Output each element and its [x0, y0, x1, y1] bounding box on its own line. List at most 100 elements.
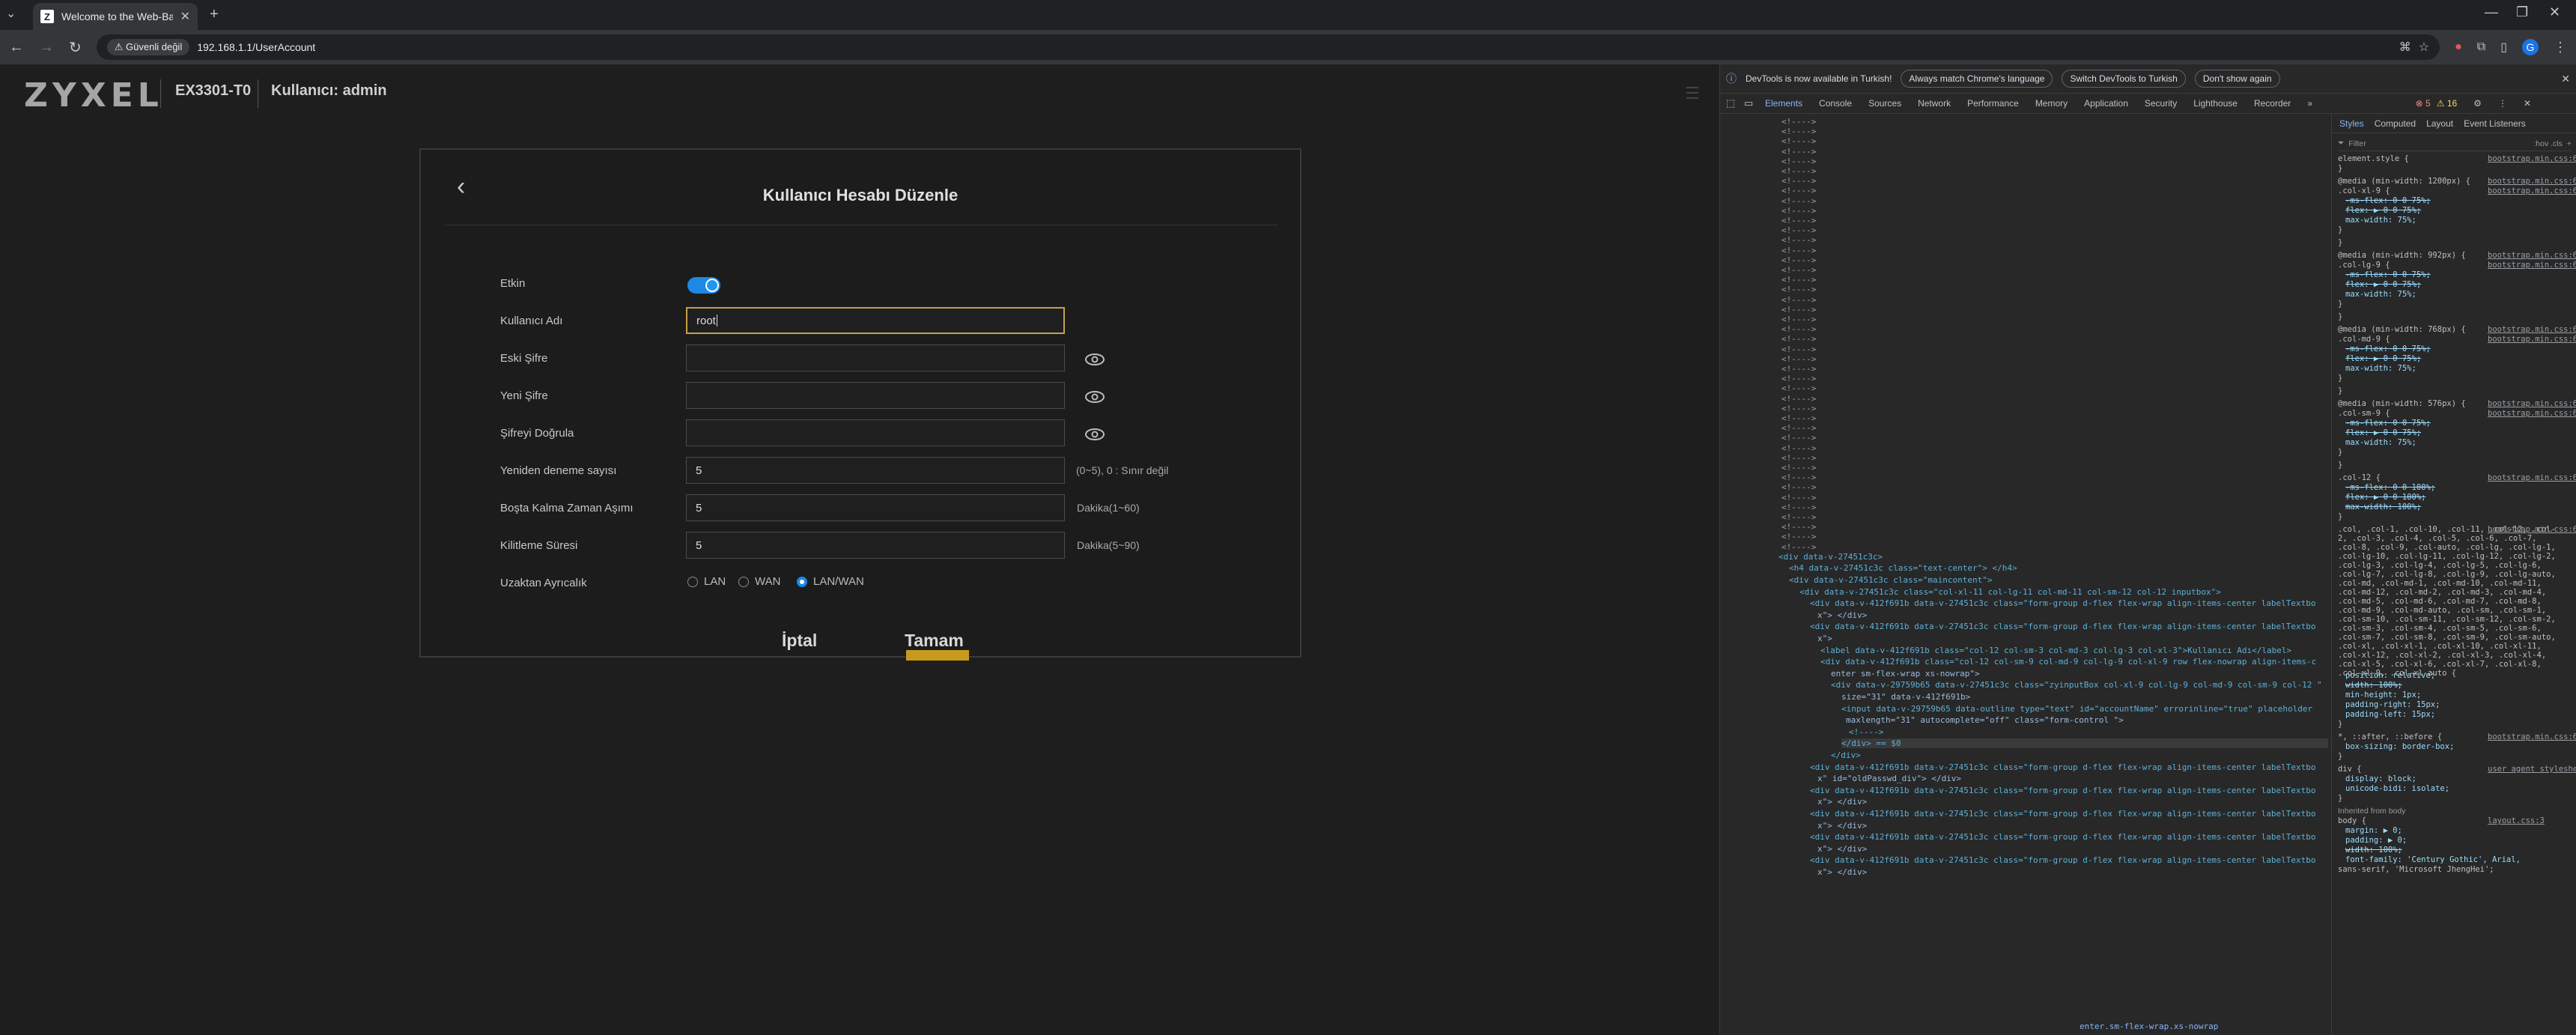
- enabled-toggle[interactable]: [687, 277, 720, 294]
- new-tab-icon[interactable]: +: [210, 6, 219, 23]
- close-tab-icon[interactable]: ✕: [180, 9, 190, 24]
- dom-node-line[interactable]: x"> </div>: [1817, 821, 1867, 831]
- tab-lighthouse[interactable]: Lighthouse: [2193, 98, 2238, 109]
- dom-node-line[interactable]: maxlength="31" autocomplete="off" class=…: [1846, 715, 2124, 725]
- stylesheet-link[interactable]: bootstrap.min.css:6: [2488, 251, 2576, 260]
- close-infobar-icon[interactable]: ✕: [2561, 73, 2570, 85]
- dom-comment-node[interactable]: <!---->: [1781, 383, 1816, 393]
- style-rule-line[interactable]: sans-serif, 'Microsoft JhengHei';: [2338, 865, 2563, 874]
- subtab-computed[interactable]: Computed: [2375, 118, 2416, 129]
- style-rule-line[interactable]: padding-left: 15px;: [2345, 710, 2570, 719]
- dom-comment-node[interactable]: <!---->: [1781, 136, 1816, 146]
- dom-node-line[interactable]: <div data-v-29759b65 data-v-27451c3c cla…: [1831, 680, 2322, 690]
- dom-node-line[interactable]: x"> </div>: [1817, 797, 1867, 807]
- dom-node-line[interactable]: <!---->: [1849, 727, 1883, 737]
- translate-icon[interactable]: ⌘: [2399, 40, 2411, 55]
- style-rule-line[interactable]: body {layout.css:3: [2338, 816, 2563, 825]
- tab-performance[interactable]: Performance: [1967, 98, 2019, 109]
- devtools-settings-icon[interactable]: ⚙: [2473, 98, 2482, 109]
- hamburger-menu-icon[interactable]: ☰: [1685, 84, 1700, 103]
- dom-comment-node[interactable]: <!---->: [1781, 147, 1816, 157]
- devtools-menu-icon[interactable]: ⋮: [2498, 98, 2507, 109]
- style-rule-line[interactable]: }: [2338, 386, 2563, 395]
- dom-comment-node[interactable]: <!---->: [1781, 265, 1816, 275]
- stylesheet-link[interactable]: bootstrap.min.css:6: [2488, 154, 2576, 163]
- style-rule-line[interactable]: }: [2338, 238, 2563, 247]
- dom-node-line[interactable]: <div data-v-27451c3c class="maincontent"…: [1789, 575, 1993, 585]
- style-rule-line[interactable]: max-width: 75%;: [2345, 290, 2570, 299]
- dom-comment-node[interactable]: <!---->: [1781, 413, 1816, 423]
- dom-comment-node[interactable]: <!---->: [1781, 463, 1816, 473]
- style-rule-line[interactable]: padding: ▶ 0;: [2345, 836, 2570, 845]
- dom-comment-node[interactable]: <!---->: [1781, 295, 1816, 305]
- dom-node-line[interactable]: </div> == $0: [1841, 738, 2328, 749]
- dom-comment-node[interactable]: <!---->: [1781, 285, 1816, 294]
- style-rule-line[interactable]: @media (min-width: 992px) {bootstrap.min…: [2338, 251, 2576, 260]
- style-rule-line[interactable]: -ms-flex: 0 0 100%;: [2345, 483, 2570, 492]
- style-rule-line[interactable]: box-sizing: border-box;: [2345, 742, 2570, 751]
- warning-count-badge[interactable]: ⚠ 16: [2437, 98, 2457, 109]
- match-language-button[interactable]: Always match Chrome's language: [1901, 70, 2053, 88]
- stylesheet-link[interactable]: bootstrap.min.css:6: [2488, 325, 2576, 334]
- style-rule-line[interactable]: min-height: 1px;: [2345, 690, 2570, 699]
- style-rule-line[interactable]: max-width: 75%;: [2345, 438, 2570, 447]
- elements-tree[interactable]: <!----> <!----> <!----> <!----> <!----> <!---…: [1720, 114, 2328, 1035]
- style-rule-line[interactable]: max-width: 100%;: [2345, 503, 2570, 512]
- lockout-input[interactable]: 5: [686, 532, 1065, 559]
- dom-comment-node[interactable]: <!---->: [1781, 453, 1816, 463]
- subtab-event-listeners[interactable]: Event Listeners: [2464, 118, 2526, 129]
- maximize-icon[interactable]: ❐: [2516, 4, 2528, 20]
- tab-application[interactable]: Application: [2084, 98, 2128, 109]
- dom-node-line[interactable]: <div data-v-412f691b data-v-27451c3c cla…: [1810, 762, 2316, 772]
- dom-comment-node[interactable]: <!---->: [1781, 275, 1816, 285]
- style-rule-line[interactable]: position: relative;: [2345, 671, 2570, 680]
- dom-node-line[interactable]: <div data-v-412f691b data-v-27451c3c cla…: [1810, 598, 2316, 608]
- dom-comment-node[interactable]: <!---->: [1781, 433, 1816, 443]
- stylesheet-link[interactable]: bootstrap.min.css:6: [2488, 473, 2576, 482]
- style-rule-line[interactable]: }: [2338, 512, 2563, 521]
- dom-node-line[interactable]: <div data-v-27451c3c class="col-xl-11 co…: [1799, 587, 2221, 597]
- stylesheet-link[interactable]: bootstrap.min.css:6: [2488, 399, 2576, 408]
- tab-recorder[interactable]: Recorder: [2254, 98, 2291, 109]
- style-rule-line[interactable]: }: [2338, 794, 2563, 803]
- style-rule-line[interactable]: flex: ▶ 0 0 100%;: [2345, 493, 2570, 502]
- style-rule-line[interactable]: }: [2338, 448, 2563, 457]
- style-rule-line[interactable]: max-width: 75%;: [2345, 364, 2570, 373]
- dom-comment-node[interactable]: <!---->: [1781, 225, 1816, 235]
- style-rule-line[interactable]: flex: ▶ 0 0 75%;: [2345, 280, 2570, 289]
- radio-lan[interactable]: LAN: [687, 575, 726, 588]
- stylesheet-link[interactable]: bootstrap.min.css:6: [2488, 186, 2576, 195]
- dont-show-button[interactable]: Don't show again: [2194, 70, 2280, 88]
- devtools-close-icon[interactable]: ✕: [2524, 98, 2531, 109]
- dom-comment-node[interactable]: <!---->: [1781, 364, 1816, 374]
- style-rule-line[interactable]: @media (min-width: 576px) {bootstrap.min…: [2338, 399, 2576, 408]
- error-count-badge[interactable]: ⊗ 5: [2416, 98, 2431, 109]
- dom-comment-node[interactable]: <!---->: [1781, 166, 1816, 176]
- style-rule-line[interactable]: }: [2338, 374, 2563, 383]
- style-rule-line[interactable]: .col-md-9 {bootstrap.min.css:6: [2338, 335, 2576, 344]
- bookmark-star-icon[interactable]: ☆: [2419, 40, 2429, 55]
- dom-comment-node[interactable]: <!---->: [1781, 334, 1816, 344]
- style-rule-line[interactable]: .col-sm-9 {bootstrap.min.css:6: [2338, 409, 2576, 418]
- style-rule-line[interactable]: }: [2338, 312, 2563, 321]
- stylesheet-link[interactable]: bootstrap.min.css:6: [2488, 261, 2576, 270]
- dom-node-line[interactable]: <div data-v-412f691b data-v-27451c3c cla…: [1810, 786, 2316, 795]
- stylesheet-link[interactable]: bootstrap.min.css:6: [2488, 335, 2576, 344]
- tab-security[interactable]: Security: [2145, 98, 2177, 109]
- style-rule-line[interactable]: font-family: 'Century Gothic', Arial,: [2345, 855, 2570, 864]
- style-rule-line[interactable]: .col, .col-1, .col-10, .col-11, .col-12,…: [2338, 525, 2576, 678]
- style-rule-line[interactable]: width: 100%;: [2345, 846, 2570, 855]
- dom-comment-node[interactable]: <!---->: [1781, 255, 1816, 265]
- style-rule-line[interactable]: }: [2338, 752, 2563, 761]
- dom-comment-node[interactable]: <!---->: [1781, 305, 1816, 315]
- tab-elements[interactable]: Elements: [1765, 98, 1802, 109]
- dom-comment-node[interactable]: <!---->: [1781, 117, 1816, 127]
- stylesheet-link[interactable]: bootstrap.min.css:6: [2488, 732, 2576, 741]
- style-rule-line[interactable]: @media (min-width: 768px) {bootstrap.min…: [2338, 325, 2576, 334]
- style-rule-line[interactable]: .col-lg-9 {bootstrap.min.css:6: [2338, 261, 2576, 270]
- dom-node-line[interactable]: <div data-v-27451c3c>: [1778, 552, 1883, 562]
- stylesheet-link[interactable]: bootstrap.min.css:6: [2488, 177, 2576, 186]
- style-rule-line[interactable]: margin: ▶ 0;: [2345, 826, 2570, 835]
- style-rule-line[interactable]: display: block;: [2345, 774, 2570, 783]
- subtab-layout[interactable]: Layout: [2426, 118, 2453, 129]
